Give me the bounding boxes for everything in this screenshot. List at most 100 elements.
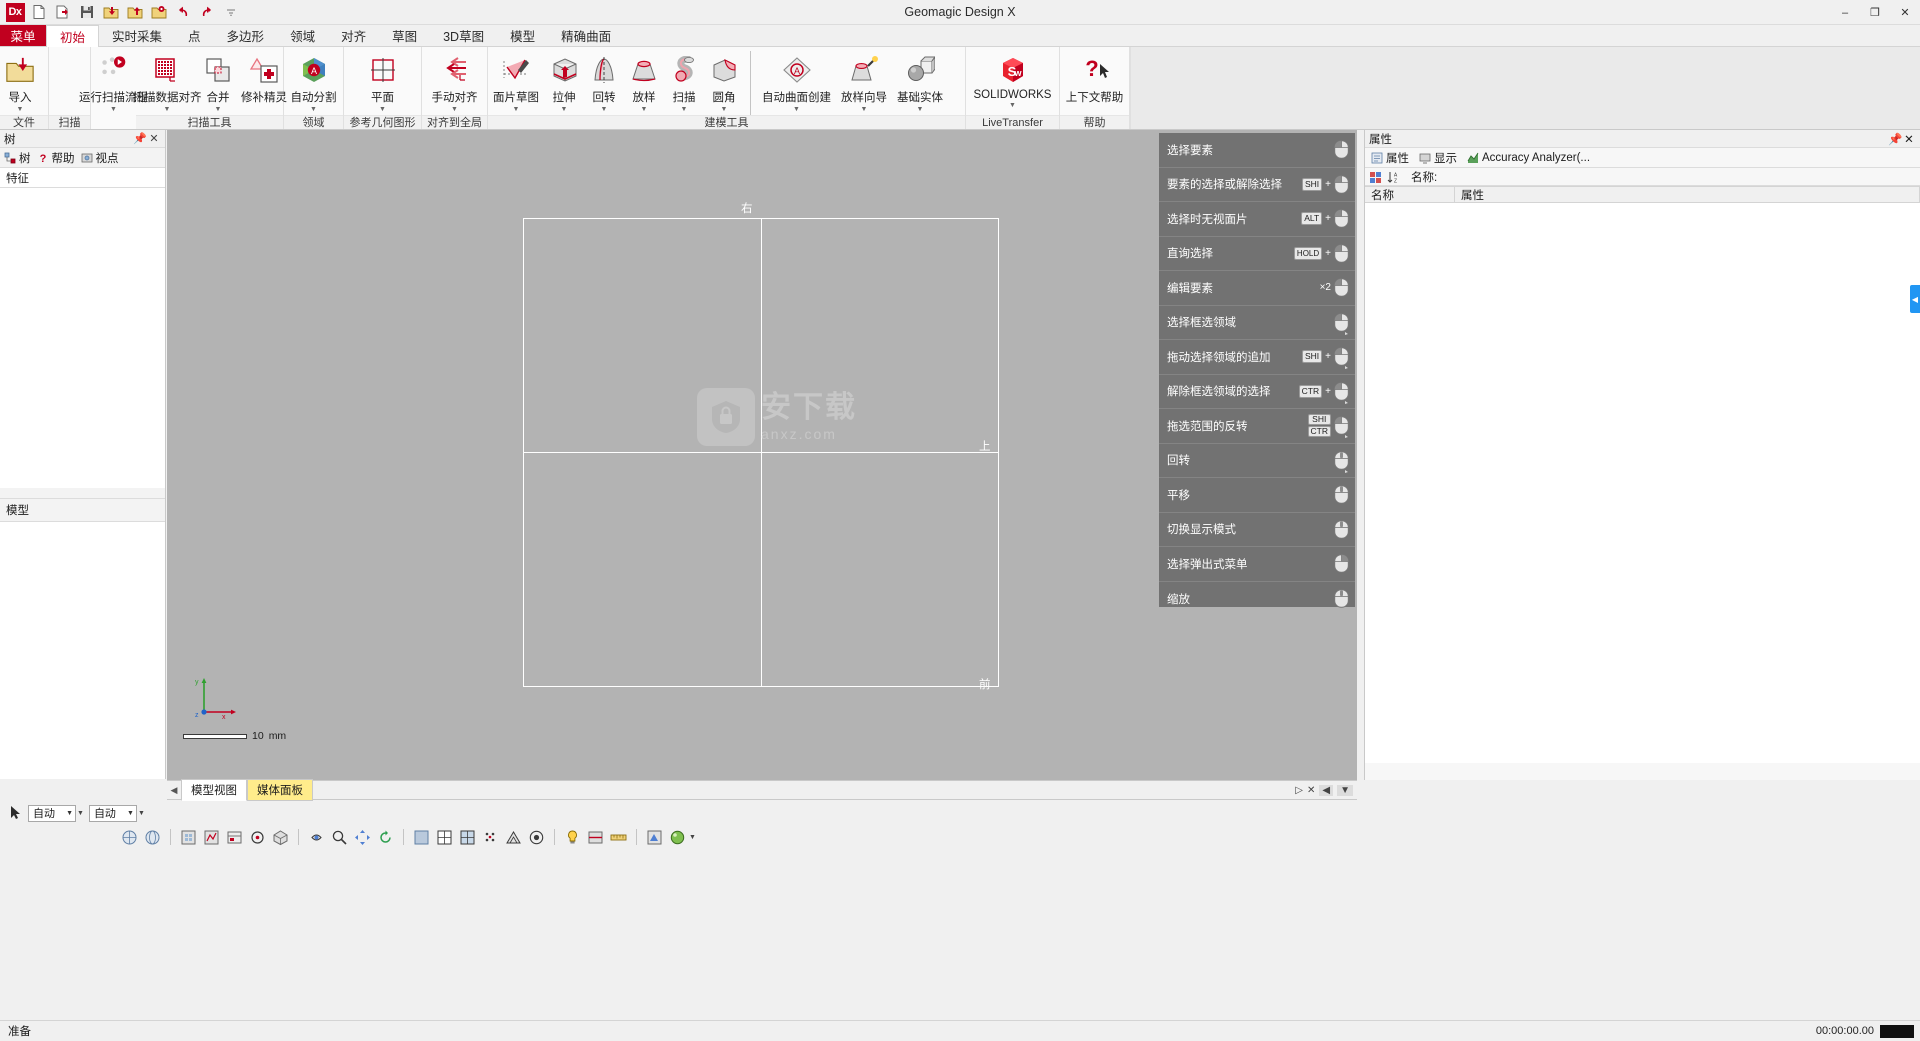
view-top-icon[interactable] bbox=[225, 828, 244, 847]
tab-polygon[interactable]: 多边形 bbox=[214, 25, 278, 46]
selection-mode-icon[interactable] bbox=[6, 804, 25, 823]
section-icon[interactable] bbox=[586, 828, 605, 847]
tab-accuracy-analyzer[interactable]: Accuracy Analyzer(... bbox=[1467, 152, 1590, 164]
chevron-down-icon[interactable]: ▼ bbox=[513, 106, 520, 113]
view-bottom-icon[interactable] bbox=[248, 828, 267, 847]
ribbon-button-fillet[interactable]: 圆角 ▼ bbox=[704, 51, 744, 113]
tree-model-list[interactable] bbox=[0, 521, 165, 779]
ribbon-button-loft[interactable]: 放样 ▼ bbox=[624, 51, 664, 113]
chevron-down-icon[interactable]: ▼ bbox=[17, 106, 24, 113]
tab-sketch[interactable]: 草图 bbox=[379, 25, 430, 46]
chevron-down-icon[interactable]: ▼ bbox=[721, 106, 728, 113]
play-icon[interactable]: ▷ bbox=[1295, 785, 1303, 796]
prev-view-icon[interactable]: ◀ bbox=[1319, 784, 1334, 796]
ribbon-button-loft-wizard[interactable]: 放样向导 ▼ bbox=[836, 51, 892, 113]
ribbon-button-sweep[interactable]: 扫描 ▼ bbox=[664, 51, 704, 113]
view-iso-icon[interactable] bbox=[271, 828, 290, 847]
points-icon[interactable] bbox=[481, 828, 500, 847]
color-icon[interactable] bbox=[645, 828, 664, 847]
ribbon-button-align-scan-data[interactable]: 扫描数据对齐 ▼ bbox=[133, 51, 202, 113]
wireframe-icon[interactable] bbox=[435, 828, 454, 847]
chevron-down-icon[interactable]: ▼ bbox=[310, 106, 317, 113]
save-icon[interactable] bbox=[76, 2, 98, 23]
shade-wire-icon[interactable] bbox=[458, 828, 477, 847]
mesh-icon[interactable] bbox=[504, 828, 523, 847]
tree-tab-help[interactable]: ? 帮助 bbox=[37, 150, 74, 166]
pan-icon[interactable] bbox=[353, 828, 372, 847]
close-button[interactable]: ✕ bbox=[1890, 0, 1920, 25]
tab-chushi[interactable]: 初始 bbox=[46, 25, 100, 47]
ribbon-button-primitive-solid[interactable]: 基础实体 ▼ bbox=[892, 51, 948, 113]
doctab-media-panel[interactable]: 媒体面板 bbox=[247, 778, 313, 801]
ribbon-button-solidworks[interactable]: S w SOLIDWORKS ▼ bbox=[969, 51, 1057, 109]
ribbon-button-import[interactable]: 导入 ▼ bbox=[0, 51, 40, 113]
import-folder-icon[interactable] bbox=[100, 2, 122, 23]
view-back-icon[interactable] bbox=[143, 828, 162, 847]
tree-tab-viewpoint[interactable]: 视点 bbox=[81, 150, 119, 166]
chevron-down-icon[interactable]: ▼ bbox=[681, 106, 688, 113]
tab-properties[interactable]: 属性 bbox=[1371, 150, 1409, 166]
chevron-down-icon[interactable]: ▼ bbox=[215, 106, 222, 113]
measure-icon[interactable] bbox=[609, 828, 628, 847]
close-icon[interactable]: ✕ bbox=[1902, 132, 1916, 146]
selection-target-combo[interactable]: 自动 ▼ bbox=[88, 804, 137, 822]
view-left-icon[interactable] bbox=[179, 828, 198, 847]
close-tab-icon[interactable]: ✕ bbox=[1307, 785, 1315, 796]
chevron-down-icon[interactable]: ▼ bbox=[601, 106, 608, 113]
pin-icon[interactable]: 📌 bbox=[1888, 132, 1902, 146]
tree-feature-list[interactable] bbox=[0, 188, 165, 488]
new-document-icon[interactable] bbox=[28, 2, 50, 23]
render-icon[interactable] bbox=[668, 828, 687, 847]
chevron-down-icon[interactable]: ▼ bbox=[689, 834, 696, 841]
minimize-button[interactable]: – bbox=[1830, 0, 1860, 25]
ribbon-button-context-help[interactable]: ? 上下文帮助 ▼ bbox=[1061, 51, 1129, 113]
sort-az-icon[interactable]: AZ bbox=[1387, 171, 1399, 184]
chevron-down-icon[interactable]: ▼ bbox=[793, 106, 800, 113]
selection-method-combo[interactable]: 自动 ▼ bbox=[28, 804, 76, 822]
tab-precise-surface[interactable]: 精确曲面 bbox=[548, 25, 624, 46]
undo-icon[interactable] bbox=[172, 2, 194, 23]
ribbon-button-mesh-sketch[interactable]: 面片草图 ▼ bbox=[488, 51, 544, 113]
chevron-down-icon[interactable]: ▼ bbox=[917, 106, 924, 113]
zoom-window-icon[interactable] bbox=[330, 828, 349, 847]
chevron-left-icon[interactable]: ◀ bbox=[167, 785, 181, 796]
tab-realtime-capture[interactable]: 实时采集 bbox=[99, 25, 175, 46]
view-right-icon[interactable] bbox=[202, 828, 221, 847]
qat-overflow-icon[interactable] bbox=[220, 2, 242, 23]
texture-icon[interactable] bbox=[527, 828, 546, 847]
ribbon-button-manual-align[interactable]: 手动对齐 ▼ bbox=[427, 51, 483, 113]
redo-icon[interactable] bbox=[196, 2, 218, 23]
chevron-down-icon[interactable]: ▼ bbox=[379, 106, 386, 113]
chevron-down-icon[interactable]: ▼ bbox=[164, 106, 171, 113]
chevron-down-icon[interactable]: ▼ bbox=[641, 106, 648, 113]
chevron-down-icon[interactable]: ▼ bbox=[110, 106, 117, 113]
tab-menu[interactable]: 菜单 bbox=[0, 25, 46, 46]
properties-grid-body[interactable] bbox=[1365, 203, 1920, 763]
chevron-down-icon[interactable]: ▼ bbox=[861, 106, 868, 113]
chevron-down-icon[interactable]: ▼ bbox=[127, 810, 134, 817]
category-view-icon[interactable] bbox=[1369, 171, 1381, 183]
tab-region[interactable]: 领域 bbox=[277, 25, 328, 46]
tab-point[interactable]: 点 bbox=[175, 25, 214, 46]
ribbon-button-healing-wizard[interactable]: 修补精灵 ▼ bbox=[238, 51, 290, 113]
export-folder-icon[interactable] bbox=[124, 2, 146, 23]
shade-icon[interactable] bbox=[412, 828, 431, 847]
view-front-icon[interactable] bbox=[120, 828, 139, 847]
ribbon-button-revolve[interactable]: 回转 ▼ bbox=[584, 51, 624, 113]
ribbon-button-merge[interactable]: 合并 ▼ bbox=[198, 51, 238, 113]
next-view-icon[interactable]: ▼ bbox=[1337, 784, 1353, 796]
feedback-tab-icon[interactable]: ◀ bbox=[1910, 285, 1920, 313]
chevron-down-icon[interactable]: ▼ bbox=[1009, 102, 1016, 109]
chevron-down-icon[interactable]: ▼ bbox=[77, 810, 84, 817]
chevron-down-icon[interactable]: ▼ bbox=[66, 810, 73, 817]
close-icon[interactable]: ✕ bbox=[147, 132, 161, 145]
maximize-button[interactable]: ❐ bbox=[1860, 0, 1890, 25]
chevron-down-icon[interactable]: ▼ bbox=[561, 106, 568, 113]
doctab-model-view[interactable]: 模型视图 bbox=[181, 778, 247, 801]
tab-align[interactable]: 对齐 bbox=[328, 25, 379, 46]
tree-tab-tree[interactable]: 树 bbox=[4, 150, 31, 166]
ribbon-button-auto-surface[interactable]: A 自动曲面创建 ▼ bbox=[757, 51, 836, 113]
open-import-icon[interactable] bbox=[52, 2, 74, 23]
lighting-icon[interactable] bbox=[563, 828, 582, 847]
chevron-down-icon[interactable]: ▼ bbox=[138, 810, 145, 817]
